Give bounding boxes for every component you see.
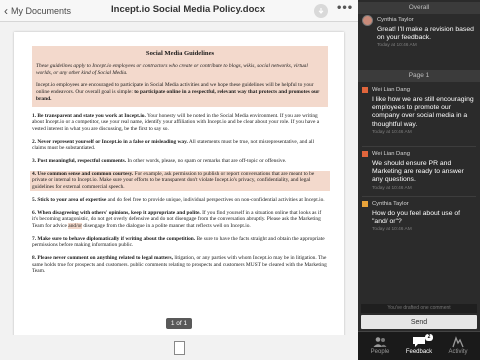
- comment-color-marker: [362, 151, 368, 157]
- comment-author: Wei Lian Dang: [372, 151, 410, 157]
- comment-author: Cynthia Taylor: [372, 201, 409, 207]
- guideline-title: 2. Never represent yourself or Incept.io…: [32, 138, 188, 145]
- comment-header: Wei Lian Dang: [362, 150, 476, 158]
- comment-color-marker: [362, 201, 368, 207]
- intro-italic-text: These guidelines apply to Incept.io empl…: [36, 63, 308, 76]
- guideline-text: In other words, please, no spam or remar…: [126, 158, 287, 165]
- intro-paragraph: Incept.io employees are encouraged to pa…: [36, 82, 324, 102]
- comment-item[interactable]: Cynthia Taylor How do you feel about use…: [362, 200, 476, 232]
- guideline-title: 1. Be transparent and state you work at …: [32, 112, 146, 119]
- guideline-item-6: 6. When disagreeing with others' opinion…: [30, 210, 330, 230]
- comment-header: Cynthia Taylor: [362, 200, 476, 208]
- download-icon: [318, 8, 324, 14]
- section-header-overall: Overall: [358, 2, 480, 14]
- comment-text: How do you feel about use of "and/ or"?: [372, 210, 461, 226]
- comment-text: We should ensure PR and Marketing are re…: [372, 160, 464, 184]
- comment-time: Today at 10:46 AM: [372, 185, 412, 191]
- comment-item[interactable]: Wei Lian Dang We should ensure PR and Ma…: [362, 150, 476, 191]
- people-icon: [372, 334, 388, 349]
- guideline-title: 5. Stick to your area of expertise: [32, 196, 107, 203]
- bottom-tab-bar: People 2 Feedback Activity: [358, 331, 480, 360]
- guideline-item-5: 5. Stick to your area of expertise and d…: [30, 197, 330, 204]
- comment-item[interactable]: Cynthia Taylor Great! I'll make a revisi…: [362, 14, 476, 49]
- guideline-title: 8. Please never comment on anything rela…: [32, 255, 173, 262]
- back-button[interactable]: ‹ My Documents: [4, 3, 71, 19]
- tab-label: People: [370, 349, 390, 355]
- tab-label: Feedback: [405, 349, 433, 355]
- document-title: Incept.io Social Media Policy.docx: [111, 4, 265, 15]
- comment-author: Wei Lian Dang: [372, 87, 410, 93]
- more-options-button[interactable]: •••: [336, 3, 353, 14]
- comments-panel: Overall Cynthia Taylor Great! I'll make …: [358, 0, 480, 360]
- comment-time: Today at 10:46 AM: [372, 129, 412, 135]
- guideline-title: 3. Post meaningful, respectful comments.: [32, 158, 127, 165]
- tab-feedback[interactable]: 2 Feedback: [401, 334, 437, 360]
- activity-icon: [451, 334, 465, 349]
- feedback-icon: 2: [411, 334, 433, 349]
- guideline-item-7: 7. Make sure to behave diplomatically if…: [30, 236, 330, 249]
- section-header-page-1: Page 1: [358, 70, 480, 82]
- comment-author: Cynthia Taylor: [377, 17, 414, 23]
- guideline-item-1: 1. Be transparent and state you work at …: [30, 113, 330, 133]
- chevron-left-icon: ‹: [4, 4, 8, 18]
- back-button-label: My Documents: [11, 6, 72, 16]
- page-thumbnail[interactable]: [174, 341, 185, 355]
- document-page: Social Media Guidelines These guidelines…: [14, 32, 344, 360]
- guideline-title: 7. Make sure to behave diplomatically if…: [32, 235, 196, 242]
- divider: [362, 196, 476, 197]
- page-counter: 1 of 1: [166, 318, 192, 329]
- feedback-count-badge: 2: [425, 334, 433, 341]
- highlighted-intro-block: Social Media Guidelines These guidelines…: [32, 46, 328, 107]
- guideline-title: 6. When disagreeing with others' opinion…: [32, 209, 201, 216]
- guideline-title: 4. Use common sense and common courtesy.: [32, 170, 134, 177]
- comment-color-marker: [362, 87, 368, 93]
- download-button[interactable]: [314, 4, 328, 18]
- guideline-item-4-highlighted[interactable]: 4. Use common sense and common courtesy.…: [30, 170, 330, 191]
- guideline-text: disengage from the dialogue in a polite …: [82, 222, 251, 229]
- comment-header: Cynthia Taylor: [362, 14, 476, 26]
- highlighted-phrase[interactable]: and/or: [68, 222, 83, 229]
- comment-header: Wei Lian Dang: [362, 86, 476, 94]
- reply-input[interactable]: [361, 304, 477, 313]
- comment-time: Today at 10:46 AM: [372, 227, 412, 233]
- document-pane: ‹ My Documents Incept.io Social Media Po…: [0, 0, 358, 360]
- send-button[interactable]: Send: [361, 315, 477, 329]
- divider: [362, 146, 476, 147]
- guideline-item-2: 2. Never represent yourself or Incept.io…: [30, 139, 330, 152]
- tab-people[interactable]: People: [362, 334, 398, 360]
- comment-item[interactable]: Wei Lian Dang I like how we are still en…: [362, 86, 476, 135]
- guideline-text: and do feel free to provide unique, indi…: [106, 196, 325, 203]
- tab-activity[interactable]: Activity: [440, 334, 476, 360]
- guideline-item-8: 8. Please never comment on anything rela…: [30, 255, 330, 275]
- guideline-item-3: 3. Post meaningful, respectful comments.…: [30, 158, 330, 165]
- tab-label: Activity: [448, 349, 468, 355]
- avatar: [362, 14, 373, 26]
- document-heading: Social Media Guidelines: [145, 50, 215, 57]
- comment-text: I like how we are still encouraging empl…: [372, 96, 474, 128]
- comment-time: Today at 10:46 AM: [377, 43, 417, 49]
- top-toolbar: ‹ My Documents Incept.io Social Media Po…: [0, 0, 358, 22]
- comment-text: Great! I'll make a revision based on you…: [377, 26, 474, 42]
